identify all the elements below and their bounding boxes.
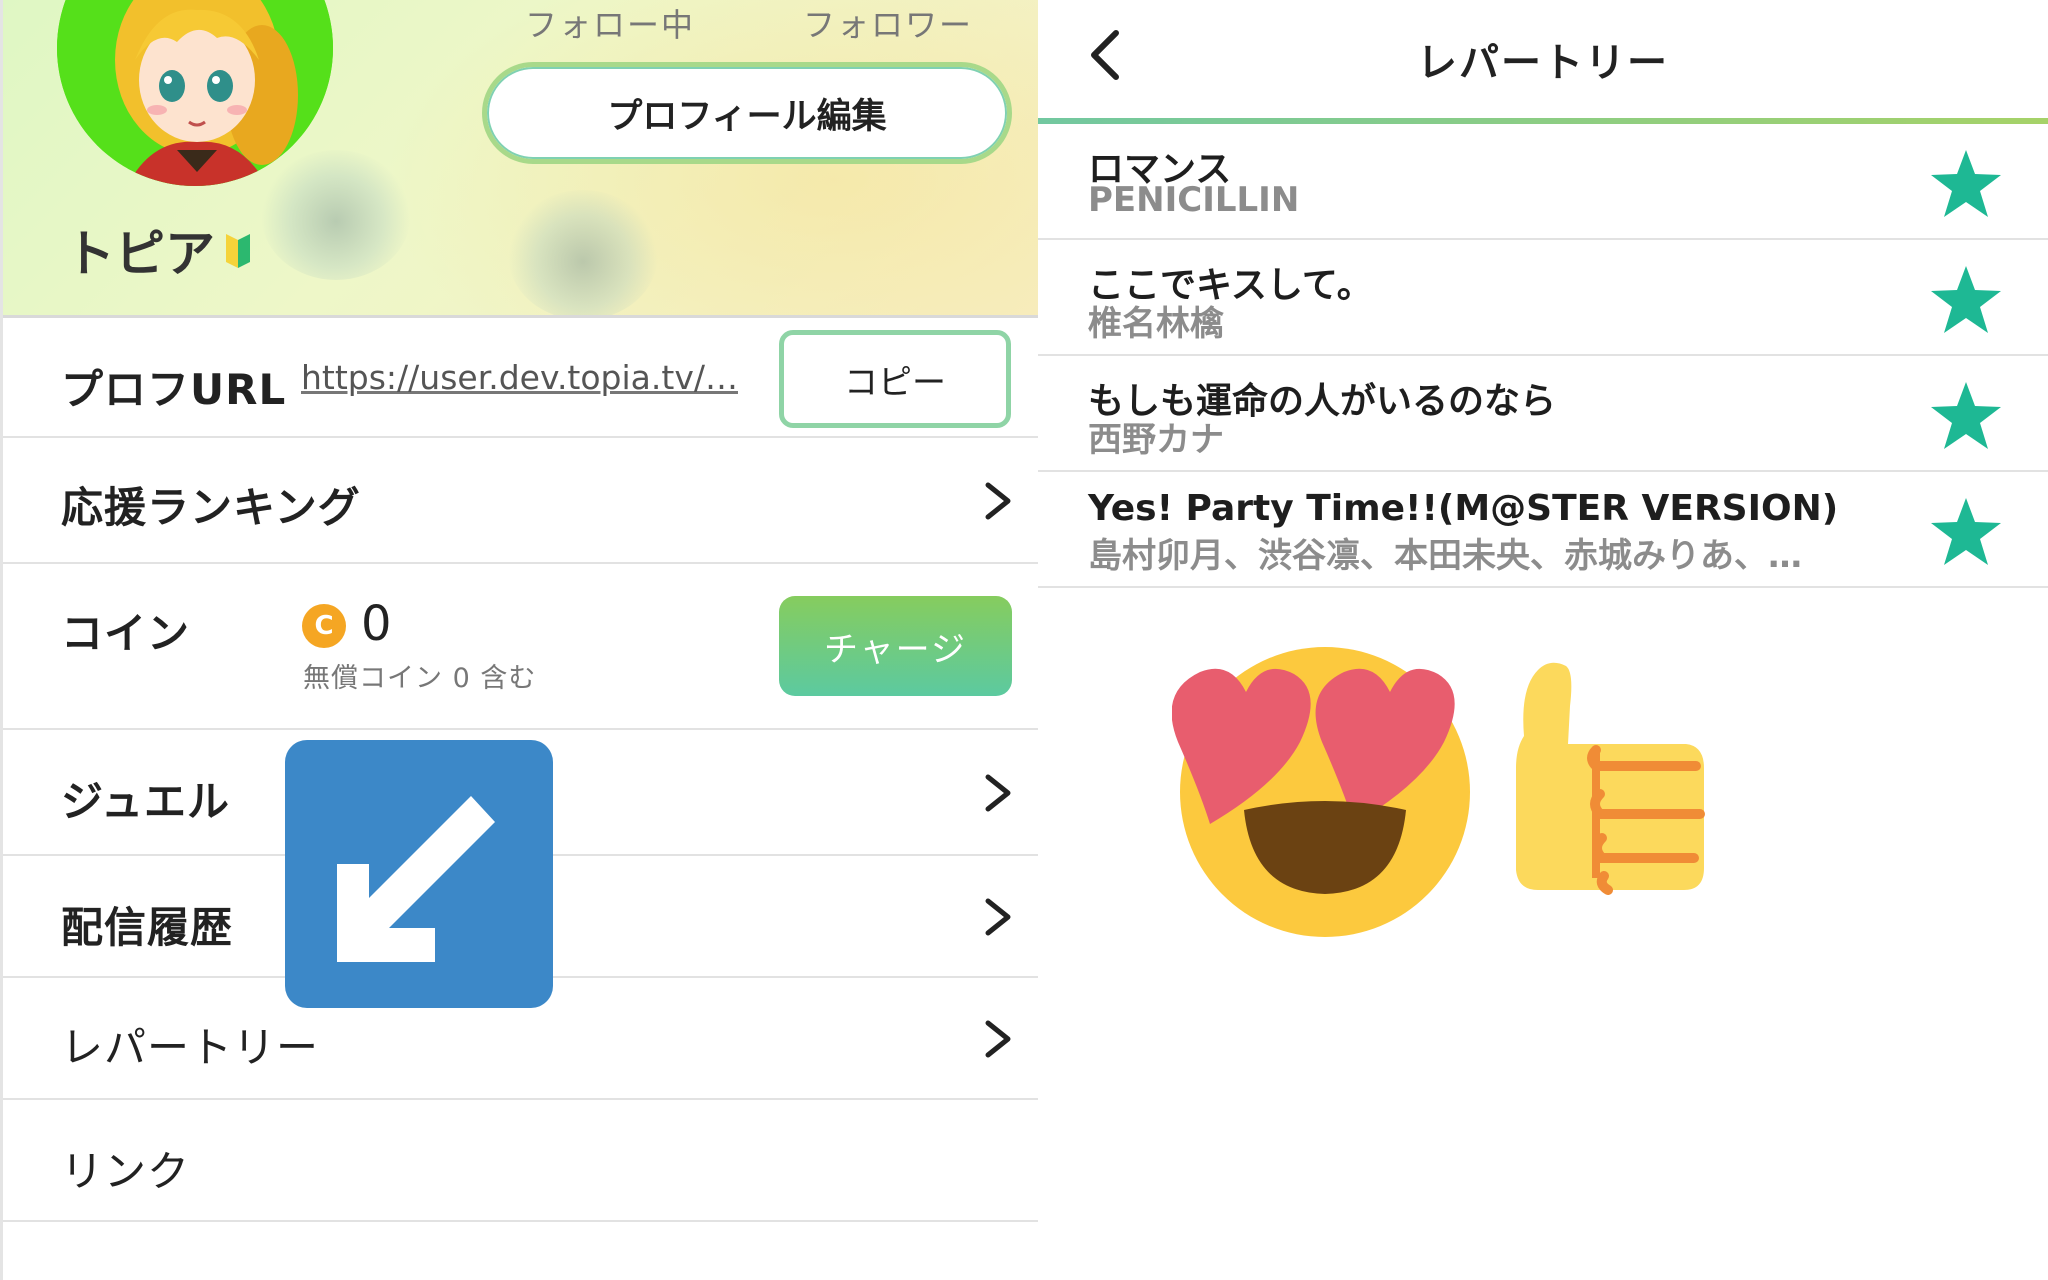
followers-label[interactable]: フォロワー xyxy=(803,0,973,46)
song-title: Yes! Party Time!!(M@STER VERSION) xyxy=(1088,488,1839,529)
star-icon[interactable] xyxy=(1928,148,2004,220)
repertoire-header: レパートリー xyxy=(1038,0,2048,124)
menu-item-link[interactable]: リンク xyxy=(3,1100,1041,1222)
link-label: リンク xyxy=(61,1147,191,1196)
jewel-label: ジュエル xyxy=(61,777,231,826)
ranking-label: 応援ランキング xyxy=(61,483,361,532)
heart-eyes-emoji xyxy=(1172,647,1470,937)
prof-url-label: プロフURL xyxy=(61,365,287,414)
beginner-mark-icon xyxy=(226,234,250,268)
song-item[interactable]: Yes! Party Time!!(M@STER VERSION) 島村卯月、渋… xyxy=(1038,472,2048,588)
song-item[interactable]: ここでキスして。 椎名林檎 xyxy=(1038,240,2048,356)
song-item[interactable]: もしも運命の人がいるのなら 西野カナ xyxy=(1038,356,2048,472)
header-background-eye xyxy=(508,190,658,315)
coin-label: コイン xyxy=(61,609,191,658)
song-artist: 椎名林檎 xyxy=(1088,304,1224,344)
coin-icon: C xyxy=(302,604,346,648)
menu-item-ranking[interactable]: 応援ランキング xyxy=(3,438,1041,564)
repertoire-label: レパートリー xyxy=(61,1023,320,1072)
username: トピア xyxy=(65,214,253,286)
chevron-right-icon xyxy=(985,774,1011,812)
chevron-right-icon xyxy=(985,482,1011,520)
username-text: トピア xyxy=(65,225,215,283)
star-icon[interactable] xyxy=(1928,264,2004,336)
charge-button[interactable]: チャージ xyxy=(779,596,1012,696)
chevron-right-icon xyxy=(985,898,1011,936)
profile-header: フォロー中 フォロワー プロフィール編集 トピア xyxy=(3,0,1041,318)
coin-count: 0 xyxy=(361,596,392,652)
star-icon[interactable] xyxy=(1928,380,2004,452)
song-artist: 西野カナ xyxy=(1088,420,1224,460)
song-artist: 島村卯月、渋谷凛、本田未央、赤城みりあ、… xyxy=(1088,536,1802,576)
chevron-right-icon xyxy=(985,1020,1011,1058)
arrow-down-left-icon xyxy=(285,740,553,1008)
coin-subtext: 無償コイン 0 含む xyxy=(303,663,537,694)
prof-url-link[interactable]: https://user.dev.topia.tv/… xyxy=(301,358,738,397)
page-title: レパートリー xyxy=(1417,40,1669,86)
song-artist: PENICILLIN xyxy=(1088,180,1300,220)
copy-button[interactable]: コピー xyxy=(779,330,1011,428)
profile-panel: フォロー中 フォロワー プロフィール編集 トピア プロフURL https://… xyxy=(0,0,1041,1280)
edit-profile-button[interactable]: プロフィール編集 xyxy=(482,62,1012,164)
star-icon[interactable] xyxy=(1928,496,2004,568)
song-item[interactable]: ロマンス PENICILLIN xyxy=(1038,124,2048,240)
thumbs-up-emoji xyxy=(1516,662,1705,895)
history-label: 配信履歴 xyxy=(61,903,234,952)
following-label[interactable]: フォロー中 xyxy=(525,0,695,46)
avatar[interactable] xyxy=(57,0,333,186)
